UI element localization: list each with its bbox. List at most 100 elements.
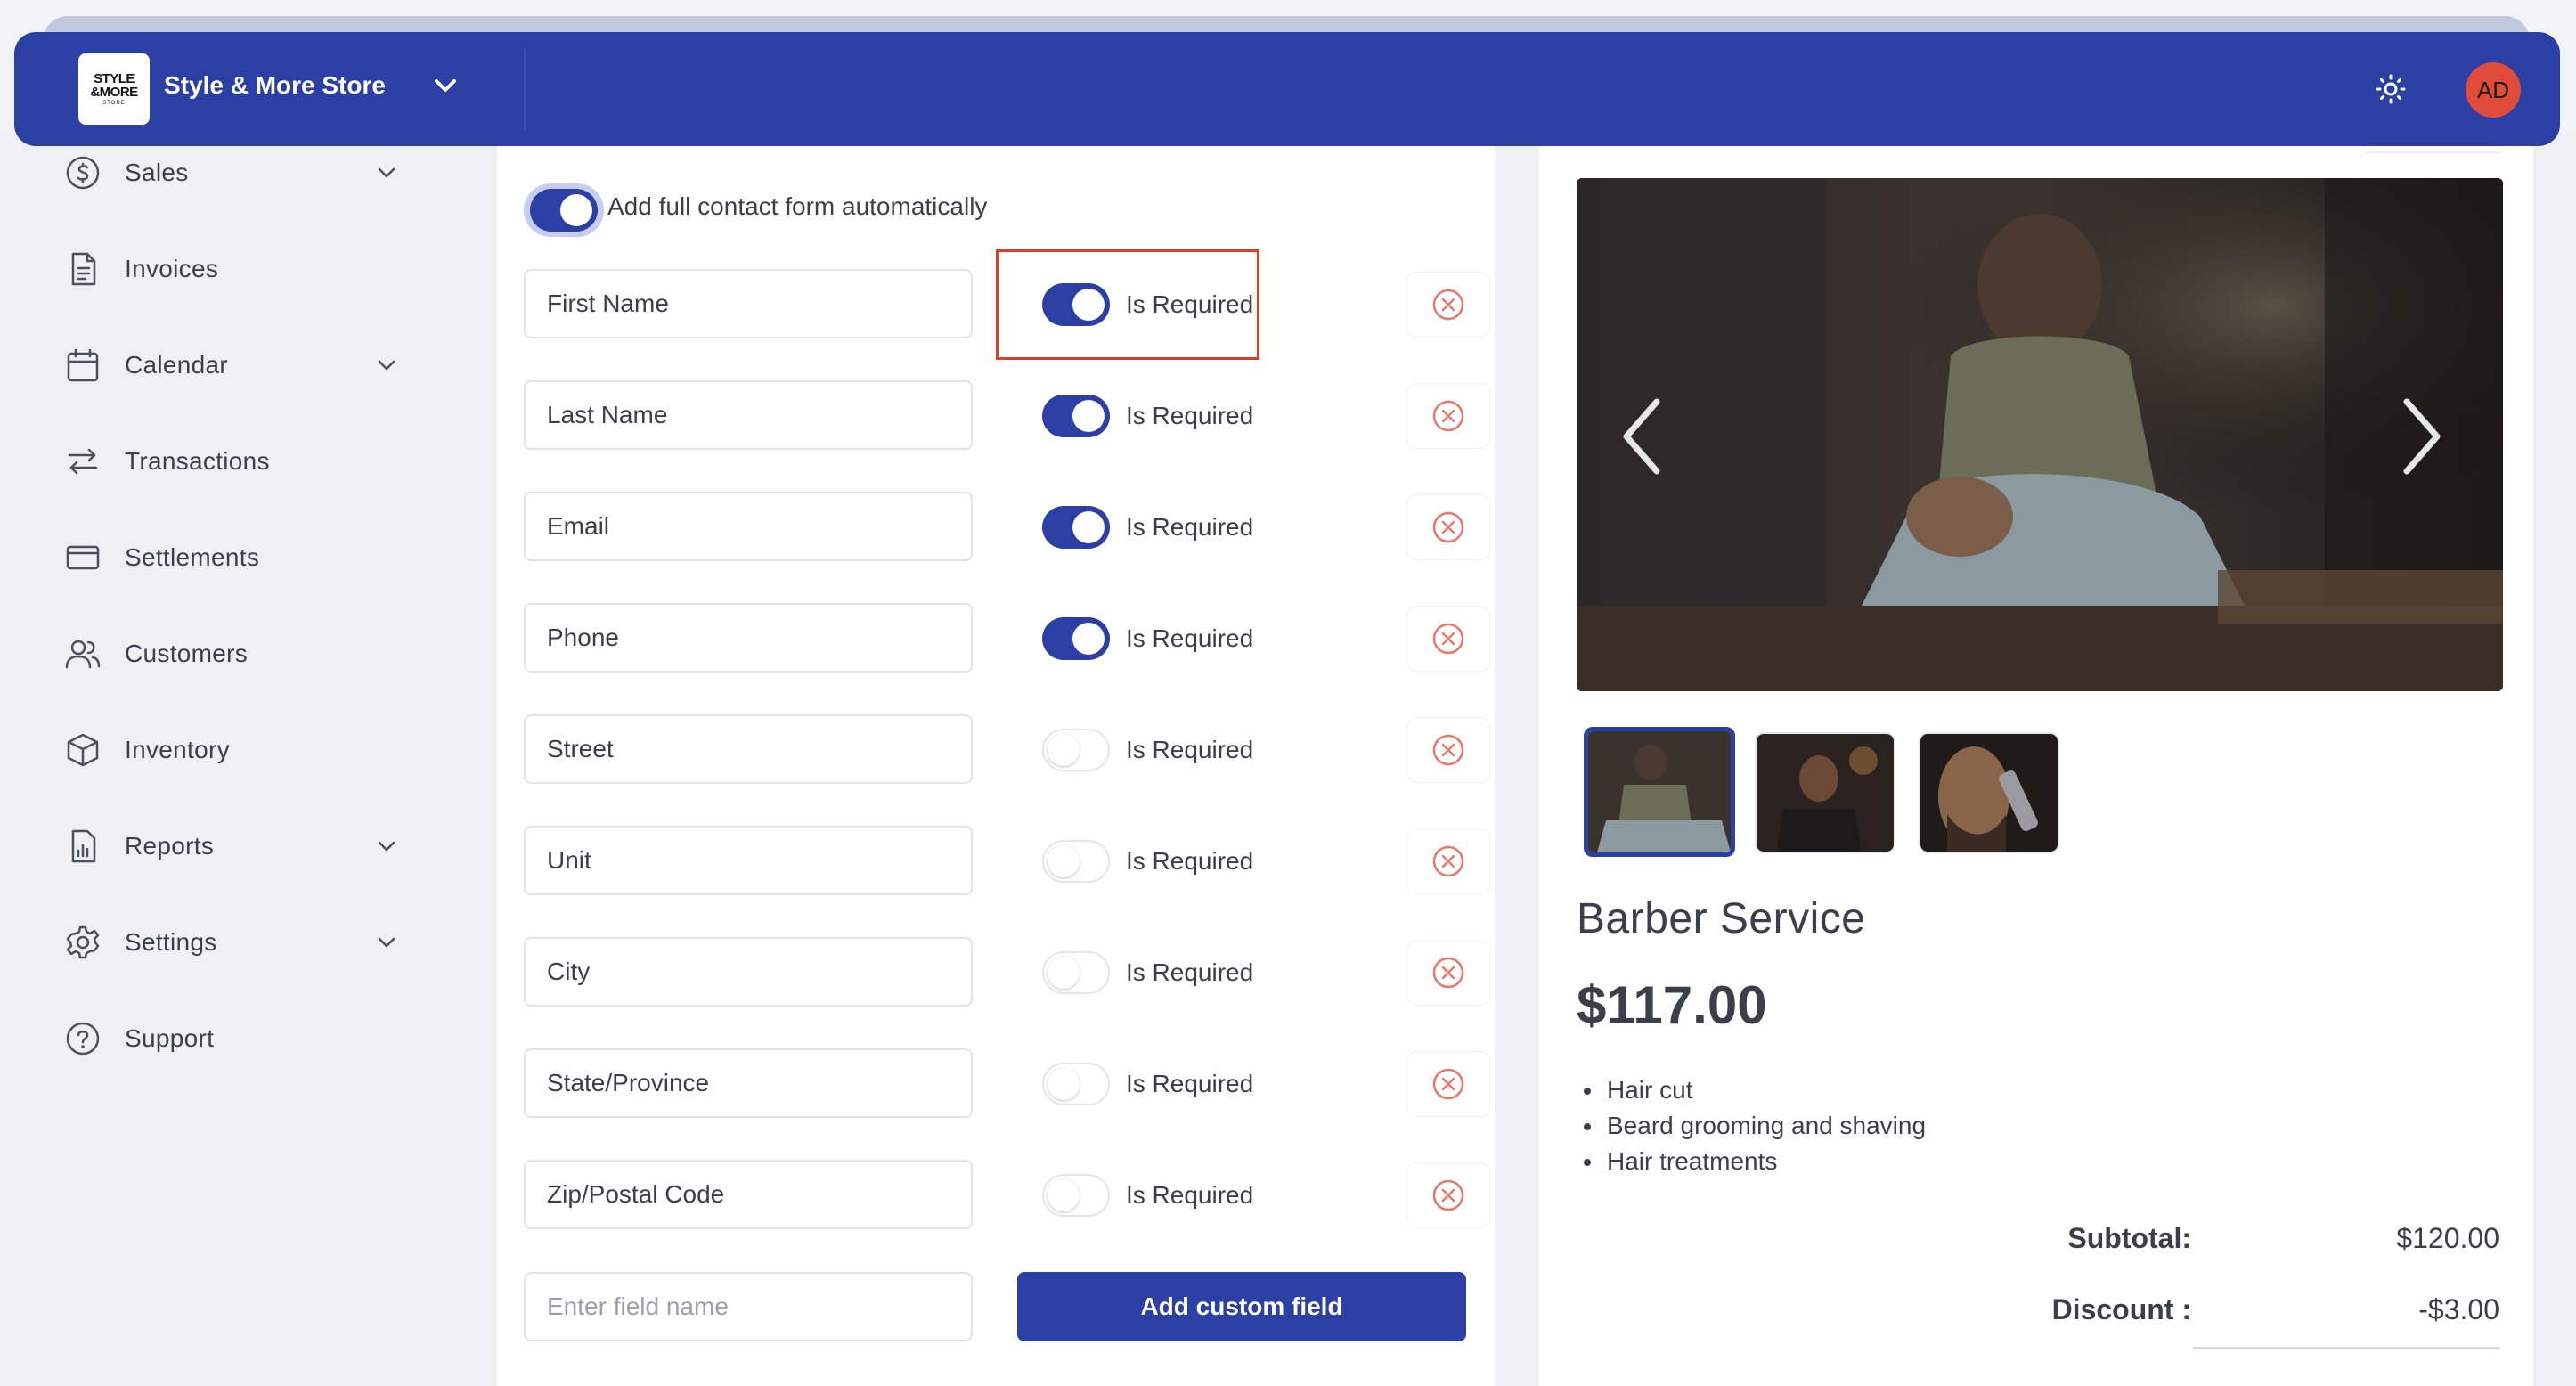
field-name-input[interactable]: First Name — [524, 269, 973, 338]
add-custom-field-button[interactable]: Add custom field — [1017, 1272, 1466, 1341]
sidebar-item-reports[interactable]: Reports — [62, 819, 401, 873]
remove-field-button[interactable] — [1407, 495, 1489, 559]
form-field-row: Street Is Required — [524, 714, 1489, 786]
product-features: Hair cut Beard grooming and shaving Hair… — [1577, 1072, 1926, 1179]
field-name-input[interactable]: Phone — [524, 603, 973, 673]
close-circle-icon — [1432, 289, 1464, 321]
thumbnail-1[interactable] — [1584, 727, 1735, 857]
close-circle-icon — [1432, 511, 1464, 543]
sun-icon[interactable] — [2373, 71, 2409, 107]
is-required-toggle[interactable] — [1042, 840, 1110, 883]
field-name-input[interactable]: Zip/Postal Code — [524, 1160, 973, 1229]
chevron-down-icon — [372, 351, 401, 379]
is-required-toggle[interactable] — [1042, 951, 1110, 994]
field-name-input[interactable]: State/Province — [524, 1048, 973, 1118]
remove-field-button[interactable] — [1407, 273, 1489, 337]
is-required-label: Is Required — [1126, 958, 1254, 986]
close-circle-icon — [1432, 1179, 1464, 1211]
remove-field-button[interactable] — [1407, 829, 1489, 893]
field-name-input[interactable]: City — [524, 937, 973, 1007]
form-field-row: Unit Is Required — [524, 826, 1489, 897]
is-required-label: Is Required — [1126, 513, 1254, 541]
discount-label: Discount : — [2051, 1293, 2191, 1325]
header-divider — [524, 48, 526, 130]
remove-field-button[interactable] — [1407, 1052, 1489, 1116]
close-circle-icon — [1432, 623, 1464, 655]
sidebar: Sales Invoices Calendar Transactions Set… — [0, 134, 454, 1386]
close-circle-icon — [1432, 734, 1464, 766]
field-name-input[interactable]: Last Name — [524, 380, 973, 450]
auto-contact-toggle[interactable] — [524, 183, 604, 237]
sidebar-item-support[interactable]: Support — [62, 1012, 401, 1065]
store-logo[interactable]: STYLE &MORE STORE — [78, 53, 150, 125]
preview-tab-hint — [2366, 146, 2499, 153]
close-circle-icon — [1432, 845, 1464, 877]
form-field-row: City Is Required — [524, 937, 1489, 1008]
feature-item: Beard grooming and shaving — [1577, 1108, 1926, 1144]
is-required-toggle[interactable] — [1042, 729, 1110, 771]
field-name-input[interactable]: Street — [524, 714, 973, 784]
close-circle-icon — [1432, 400, 1464, 432]
user-avatar[interactable]: AD — [2466, 62, 2521, 118]
top-header: STYLE &MORE STORE Style & More Store AD — [14, 32, 2560, 146]
sidebar-item-calendar[interactable]: Calendar — [62, 338, 401, 392]
remove-field-button[interactable] — [1407, 941, 1489, 1005]
custom-field-input[interactable] — [524, 1272, 973, 1341]
is-required-label: Is Required — [1126, 847, 1254, 875]
is-required-toggle[interactable] — [1042, 1174, 1110, 1217]
help-circle-icon — [62, 1018, 103, 1059]
store-name[interactable]: Style & More Store — [164, 71, 386, 100]
sidebar-item-settlements[interactable]: Settlements — [62, 531, 401, 584]
form-field-row: State/Province Is Required — [524, 1048, 1489, 1120]
sidebar-item-invoices[interactable]: Invoices — [62, 242, 401, 296]
feature-item: Hair cut — [1577, 1072, 1926, 1108]
remove-field-button[interactable] — [1407, 607, 1489, 671]
is-required-label: Is Required — [1126, 736, 1254, 763]
remove-field-button[interactable] — [1407, 384, 1489, 448]
arrows-swap-icon — [62, 441, 103, 482]
sidebar-item-settings[interactable]: Settings — [62, 916, 401, 969]
remove-field-button[interactable] — [1407, 718, 1489, 782]
chevron-down-icon — [372, 928, 401, 957]
form-field-row: Phone Is Required — [524, 603, 1489, 674]
product-title: Barber Service — [1577, 895, 1866, 942]
subtotal-value: $120.00 — [2396, 1222, 2499, 1254]
sidebar-item-transactions[interactable]: Transactions — [62, 435, 401, 488]
sidebar-item-customers[interactable]: Customers — [62, 627, 401, 681]
close-circle-icon — [1432, 1068, 1464, 1100]
is-required-toggle[interactable] — [1042, 1063, 1110, 1105]
thumbnail-2[interactable] — [1755, 732, 1895, 853]
sidebar-item-sales[interactable]: Sales — [62, 146, 401, 200]
carousel-next-icon[interactable] — [2391, 392, 2453, 481]
field-name-input[interactable]: Unit — [524, 826, 973, 895]
field-name-input[interactable]: Email — [524, 492, 973, 561]
chevron-down-icon — [372, 832, 401, 860]
carousel-prev-icon[interactable] — [1610, 392, 1673, 481]
is-required-toggle[interactable] — [1042, 506, 1110, 549]
product-hero-image — [1577, 178, 2503, 691]
highlight-annotation — [996, 249, 1259, 360]
box-icon — [62, 730, 103, 770]
is-required-label: Is Required — [1126, 402, 1254, 429]
sidebar-item-inventory[interactable]: Inventory — [62, 723, 401, 777]
users-icon — [62, 633, 103, 674]
remove-field-button[interactable] — [1407, 1163, 1489, 1227]
product-price: $117.00 — [1577, 975, 1767, 1035]
gear-icon — [62, 922, 103, 963]
document-icon — [62, 249, 103, 289]
feature-item: Hair treatments — [1577, 1144, 1926, 1179]
summary-divider — [2193, 1347, 2499, 1349]
is-required-toggle[interactable] — [1042, 617, 1110, 660]
form-field-row: Email Is Required — [524, 492, 1489, 563]
is-required-label: Is Required — [1126, 624, 1254, 652]
is-required-label: Is Required — [1126, 1070, 1254, 1097]
chevron-down-icon — [372, 159, 401, 187]
calendar-icon — [62, 345, 103, 386]
chevron-down-icon[interactable] — [428, 68, 463, 103]
is-required-label: Is Required — [1126, 1181, 1254, 1209]
subtotal-label: Subtotal: — [2067, 1222, 2191, 1254]
thumbnail-3[interactable] — [1919, 732, 2059, 853]
auto-contact-label: Add full contact form automatically — [607, 192, 988, 220]
product-preview-panel: Barber Service $117.00 Hair cut Beard gr… — [1539, 146, 2533, 1386]
is-required-toggle[interactable] — [1042, 395, 1110, 437]
